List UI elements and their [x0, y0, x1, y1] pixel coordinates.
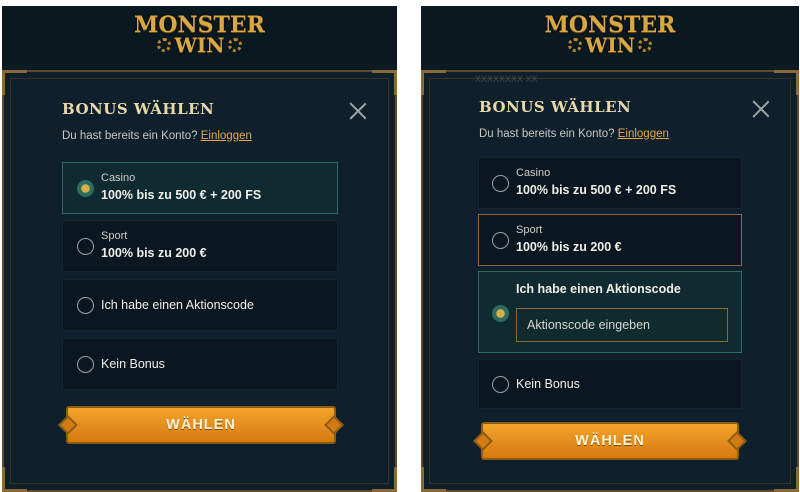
- radio-icon[interactable]: [492, 376, 509, 393]
- radio-icon[interactable]: [77, 356, 94, 373]
- option-offer: 100% bis zu 200 €: [101, 246, 207, 260]
- option-offer: 100% bis zu 500 € + 200 FS: [101, 188, 262, 202]
- option-label: Kein Bonus: [516, 377, 580, 391]
- bonus-option-none[interactable]: Kein Bonus: [478, 359, 742, 409]
- bonus-option-promo-code[interactable]: Ich habe einen Aktionscode Aktionscode e…: [478, 271, 742, 353]
- frame-corner-ornament: [774, 467, 799, 492]
- bonus-option-none[interactable]: Kein Bonus: [62, 338, 338, 390]
- login-link[interactable]: Einloggen: [618, 128, 669, 140]
- monster-win-logo[interactable]: MONSTER WIN: [134, 14, 265, 57]
- radio-icon[interactable]: [492, 175, 509, 192]
- logo-line2: WIN: [157, 32, 242, 57]
- logo-text-line2: WIN: [174, 32, 225, 57]
- frame-corner-ornament: [2, 70, 27, 95]
- logo-line2: WIN: [567, 32, 653, 57]
- frame-corner-ornament: [774, 70, 799, 95]
- gear-icon: [638, 38, 653, 53]
- bonus-modal: BONUS WÄHLEN Du hast bereits ein Konto? …: [2, 70, 397, 492]
- option-label: Ich habe einen Aktionscode: [101, 298, 254, 312]
- frame-corner-ornament: [2, 467, 27, 492]
- option-category: Sport: [516, 224, 543, 236]
- monster-win-logo[interactable]: MONSTER WIN: [545, 14, 676, 57]
- logo-text-line2: WIN: [584, 32, 636, 57]
- option-offer: 100% bis zu 500 € + 200 FS: [516, 183, 677, 197]
- bonus-option-casino[interactable]: Casino 100% bis zu 500 € + 200 FS: [62, 162, 338, 214]
- option-category: Casino: [516, 167, 551, 179]
- faded-background-text: XXXXXXXX XX: [475, 74, 538, 84]
- bonus-modal: XXXXXXXX XX BONUS WÄHLEN Du hast bereits…: [421, 70, 799, 492]
- radio-checked-icon[interactable]: [77, 180, 94, 197]
- gear-icon: [157, 38, 172, 53]
- login-link[interactable]: Einloggen: [201, 130, 252, 142]
- close-icon[interactable]: [349, 102, 367, 120]
- radio-icon[interactable]: [77, 297, 94, 314]
- choose-bonus-button[interactable]: WÄHLEN: [481, 422, 739, 460]
- bonus-option-sport[interactable]: Sport 100% bis zu 200 €: [62, 220, 338, 272]
- login-text: Du hast bereits ein Konto?: [62, 130, 198, 142]
- radio-icon[interactable]: [77, 238, 94, 255]
- bonus-option-promo-code[interactable]: Ich habe einen Aktionscode: [62, 279, 338, 331]
- right-screen: MONSTER WIN XXXXXXXX XX BONUS WÄHLEN Du …: [421, 6, 799, 492]
- choose-bonus-button[interactable]: WÄHLEN: [66, 406, 336, 444]
- header-bar: MONSTER WIN: [421, 6, 799, 64]
- header-bar: MONSTER WIN: [2, 6, 397, 64]
- option-category: Casino: [101, 172, 136, 184]
- left-screen: MONSTER WIN BONUS WÄHLEN Du hast bereits…: [2, 6, 397, 492]
- login-prompt: Du hast bereits ein Konto? Einloggen: [62, 130, 252, 142]
- gear-icon: [227, 38, 242, 53]
- close-icon[interactable]: [752, 100, 770, 118]
- frame-corner-ornament: [372, 467, 397, 492]
- radio-checked-icon[interactable]: [492, 305, 509, 322]
- bonus-option-sport[interactable]: Sport 100% bis zu 200 €: [478, 214, 742, 266]
- frame-corner-ornament: [372, 70, 397, 95]
- gear-icon: [567, 38, 582, 53]
- option-label: Kein Bonus: [101, 357, 165, 371]
- radio-icon[interactable]: [492, 232, 509, 249]
- modal-title: BONUS WÄHLEN: [62, 100, 215, 118]
- promo-code-input[interactable]: Aktionscode eingeben: [516, 308, 728, 342]
- option-label: Ich habe einen Aktionscode: [516, 282, 681, 296]
- frame-corner-ornament: [421, 467, 446, 492]
- option-category: Sport: [101, 230, 128, 242]
- login-text: Du hast bereits ein Konto?: [479, 128, 615, 140]
- option-offer: 100% bis zu 200 €: [516, 240, 622, 254]
- frame-corner-ornament: [421, 70, 446, 95]
- bonus-option-casino[interactable]: Casino 100% bis zu 500 € + 200 FS: [478, 157, 742, 209]
- modal-title: BONUS WÄHLEN: [479, 98, 632, 116]
- login-prompt: Du hast bereits ein Konto? Einloggen: [479, 128, 669, 140]
